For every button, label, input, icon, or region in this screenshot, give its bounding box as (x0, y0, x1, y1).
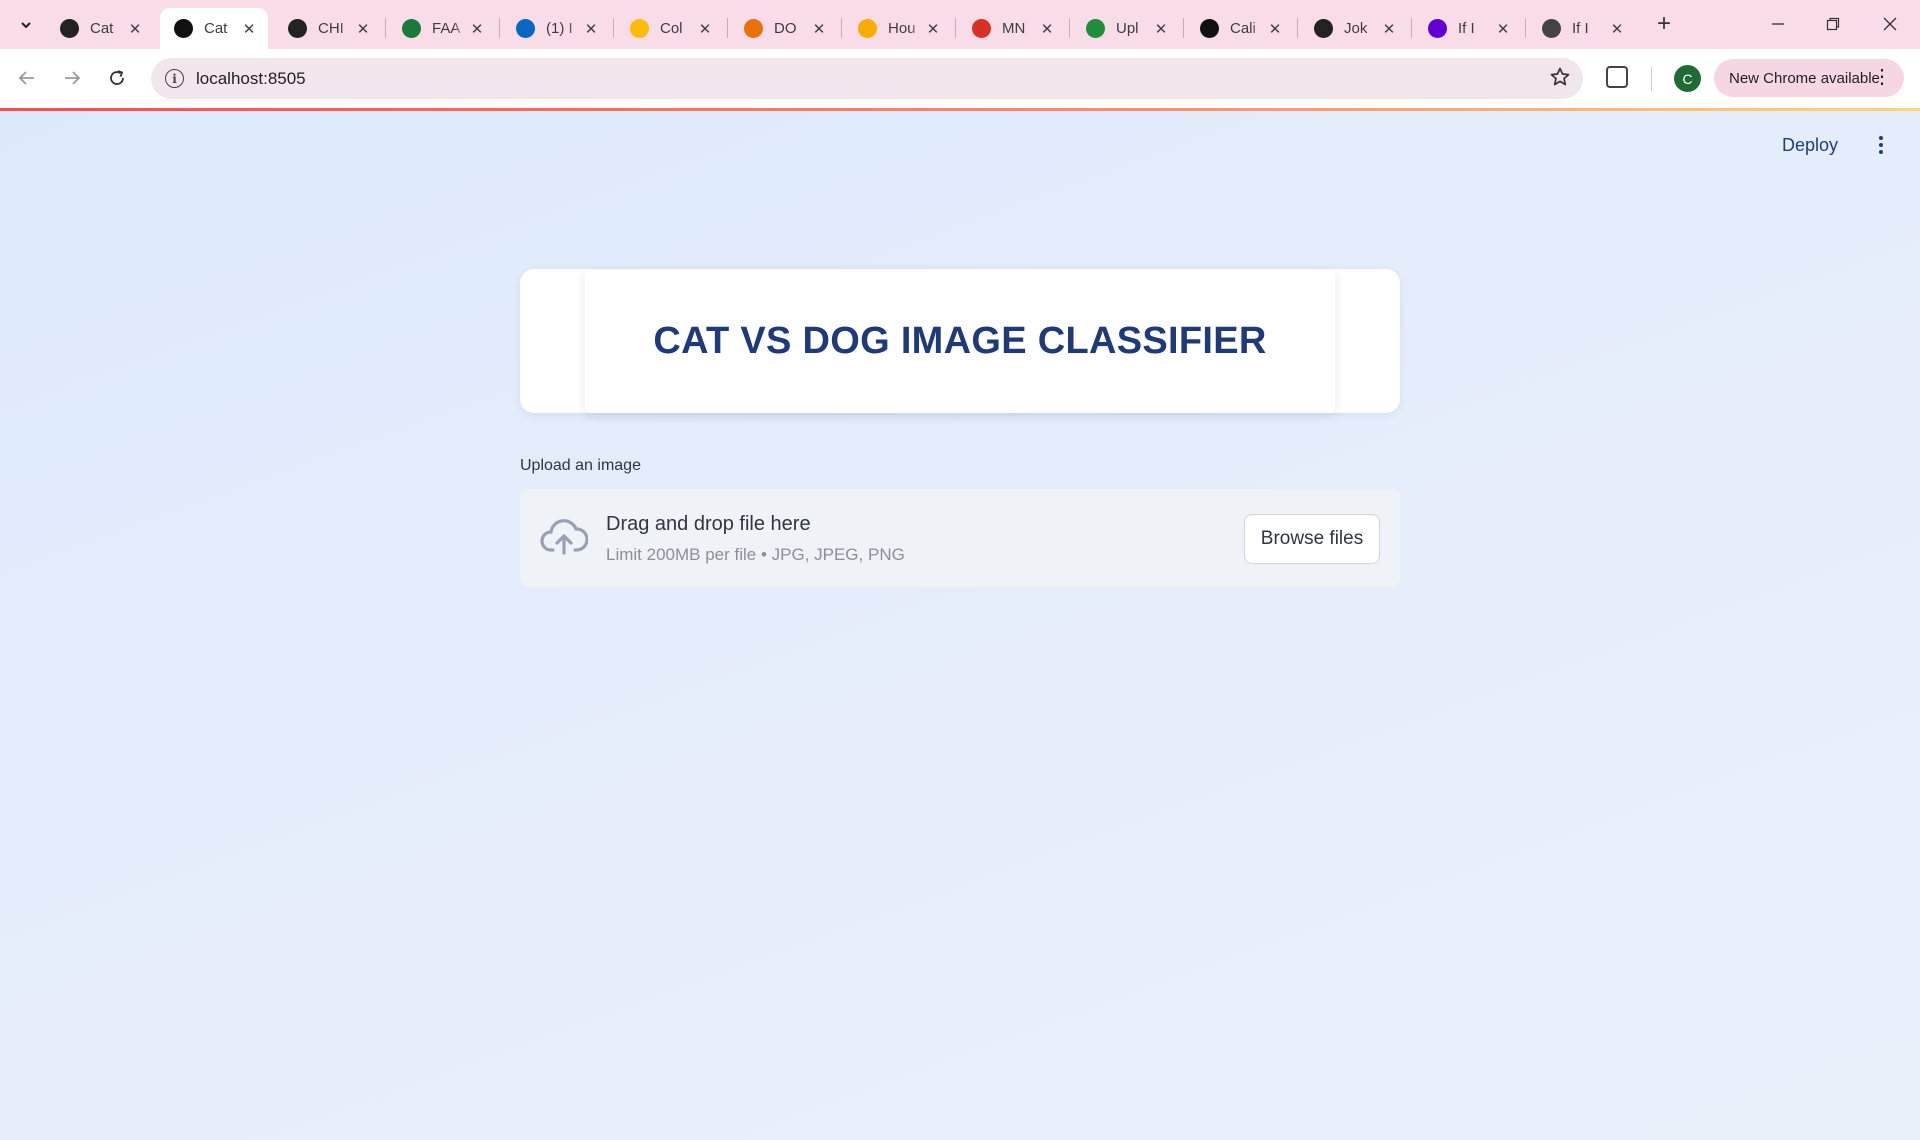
browser-tab[interactable]: Jok ✕ (1300, 8, 1408, 49)
tab-title: Cali (1230, 20, 1256, 37)
browser-tab[interactable]: CHI ✕ (274, 8, 382, 49)
tab-close-icon[interactable]: ✕ (1266, 20, 1284, 38)
tab-title: FAA (432, 20, 461, 37)
tab-close-icon[interactable]: ✕ (1038, 20, 1056, 38)
tab-separator (1411, 18, 1412, 38)
browser-tab[interactable]: MN ✕ (958, 8, 1066, 49)
tab-title: Hou (888, 20, 916, 37)
tab-close-icon[interactable]: ✕ (810, 20, 828, 38)
browser-tab[interactable]: Cat ✕ (46, 8, 154, 49)
dropzone-limit: Limit 200MB per file • JPG, JPEG, PNG (606, 545, 905, 564)
forward-button[interactable] (57, 63, 87, 93)
tab-close-icon[interactable]: ✕ (240, 20, 258, 38)
browser-tab[interactable]: FAA ✕ (388, 8, 496, 49)
openai-icon (60, 19, 79, 38)
tab-close-icon[interactable]: ✕ (1152, 20, 1170, 38)
chrome-update-button[interactable]: New Chrome available ⋮ (1714, 59, 1904, 97)
site-info-icon[interactable]: i (165, 69, 184, 88)
tab-close-icon[interactable]: ✕ (582, 20, 600, 38)
browser-tab[interactable]: Upl ✕ (1072, 8, 1180, 49)
tab-title: If I (1458, 20, 1475, 37)
browser-tab[interactable]: If I ✕ (1528, 8, 1636, 49)
tab-separator (727, 18, 728, 38)
reload-button[interactable] (102, 63, 132, 93)
tab-close-icon[interactable]: ✕ (1380, 20, 1398, 38)
browser-tab[interactable]: Col ✕ (616, 8, 724, 49)
streamlit-crown-icon (174, 19, 193, 38)
tab-title: Jok (1344, 20, 1368, 37)
new-tab-button[interactable]: + (1650, 10, 1678, 38)
tab-close-icon[interactable]: ✕ (354, 20, 372, 38)
tab-separator (385, 18, 386, 38)
deploy-button[interactable]: Deploy (1782, 135, 1838, 156)
tab-close-icon[interactable]: ✕ (1494, 20, 1512, 38)
tab-title: Cat (90, 20, 114, 37)
tab-close-icon[interactable]: ✕ (126, 20, 144, 38)
upload-label: Upload an image (520, 457, 641, 474)
yahoo-icon (1428, 19, 1447, 38)
image-icon (1542, 19, 1561, 38)
browser-tab[interactable]: Cali ✕ (1186, 8, 1294, 49)
tab-separator (1525, 18, 1526, 38)
tab-title: (1) I (546, 20, 573, 37)
chat-icon (1086, 19, 1105, 38)
gmail-icon (972, 19, 991, 38)
bookmark-star-icon[interactable] (1549, 66, 1571, 94)
extensions-puzzle-icon[interactable] (1606, 66, 1628, 88)
close-window-button[interactable] (1862, 6, 1918, 42)
tab-separator (1183, 18, 1184, 38)
browser-tab[interactable]: Hou ✕ (844, 8, 952, 49)
tab-separator (499, 18, 500, 38)
back-button[interactable] (12, 63, 42, 93)
google-drive-icon (630, 19, 649, 38)
tab-title: Col (660, 20, 683, 37)
tab-separator (1297, 18, 1298, 38)
browser-tab[interactable]: Cat ✕ (160, 8, 268, 49)
toolbar-divider (1651, 67, 1652, 91)
page-title: CAT VS DOG IMAGE CLASSIFIER (653, 319, 1267, 362)
tab-title: Upl (1116, 20, 1139, 37)
leaf-icon (402, 19, 421, 38)
linkedin-icon (516, 19, 535, 38)
profile-avatar[interactable]: C (1674, 65, 1701, 92)
tab-title: Cat (204, 20, 228, 37)
colab-icon (858, 19, 877, 38)
file-dropzone[interactable]: Drag and drop file here Limit 200MB per … (520, 489, 1400, 587)
tab-separator (841, 18, 842, 38)
github-icon (288, 19, 307, 38)
main-menu-icon[interactable] (1872, 131, 1890, 159)
chrome-update-label: New Chrome available (1729, 69, 1880, 87)
address-url[interactable]: localhost:8505 (196, 69, 306, 89)
browser-tab[interactable]: (1) I ✕ (502, 8, 610, 49)
tab-title: DO (774, 20, 797, 37)
colab-icon (744, 19, 763, 38)
cloud-upload-icon (540, 517, 589, 557)
browser-tabstrip: Cat ✕ Cat ✕ CHI ✕ FAA ✕ (1) I ✕ Col ✕ DO ✕ Hou ✕ MN ✕ Upl ✕… (0, 0, 1920, 49)
tab-title: If I (1572, 20, 1589, 37)
tab-separator (613, 18, 614, 38)
restore-button[interactable] (1805, 6, 1861, 42)
browser-tab[interactable]: DO ✕ (730, 8, 838, 49)
openai-icon (1314, 19, 1333, 38)
tab-search-dropdown-icon[interactable] (12, 11, 40, 39)
tab-title: CHI (318, 20, 344, 37)
tab-separator (955, 18, 956, 38)
browse-files-button[interactable]: Browse files (1244, 514, 1380, 564)
address-bar[interactable]: i localhost:8505 (151, 58, 1583, 99)
streamlit-app: Deploy CAT VS DOG IMAGE CLASSIFIER Uploa… (0, 111, 1920, 1140)
tab-separator (1069, 18, 1070, 38)
dropzone-instructions: Drag and drop file here (606, 513, 811, 535)
minimize-button[interactable] (1750, 6, 1806, 42)
tab-close-icon[interactable]: ✕ (924, 20, 942, 38)
browser-tab[interactable]: If I ✕ (1414, 8, 1522, 49)
tab-close-icon[interactable]: ✕ (468, 20, 486, 38)
chrome-menu-icon[interactable]: ⋮ (1872, 64, 1892, 90)
tab-close-icon[interactable]: ✕ (1608, 20, 1626, 38)
browser-toolbar: i localhost:8505 C New Chrome available … (0, 49, 1920, 108)
title-inner-panel: CAT VS DOG IMAGE CLASSIFIER (585, 269, 1335, 413)
tab-close-icon[interactable]: ✕ (696, 20, 714, 38)
title-card: CAT VS DOG IMAGE CLASSIFIER (520, 269, 1400, 413)
tab-title: MN (1002, 20, 1026, 37)
streamlit-crown-icon (1200, 19, 1219, 38)
